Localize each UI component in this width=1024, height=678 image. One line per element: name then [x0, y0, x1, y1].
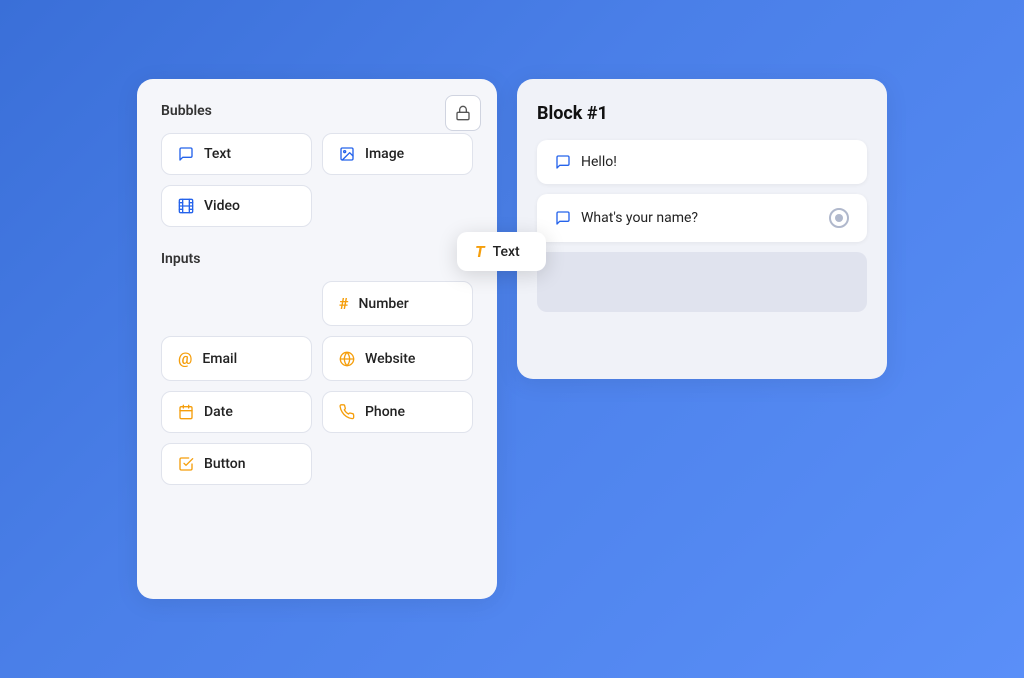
input-phone-label: Phone: [365, 404, 405, 420]
left-panel: Bubbles Text Image: [137, 79, 497, 599]
inputs-section-label: Inputs: [161, 251, 473, 267]
input-email[interactable]: @ Email: [161, 336, 312, 381]
name-question-text: What's your name?: [581, 210, 698, 226]
input-number-label: Number: [358, 296, 408, 312]
dropdown-tooltip[interactable]: T Text ​: [457, 232, 546, 271]
hello-text: Hello!: [581, 154, 617, 170]
input-button-label: Button: [204, 456, 246, 472]
bubble-video-label: Video: [204, 198, 240, 214]
bubbles-section-label: Bubbles: [161, 103, 473, 119]
radio-inner: [835, 214, 843, 222]
input-email-label: Email: [202, 351, 237, 367]
bubble-text[interactable]: Text: [161, 133, 312, 175]
input-date[interactable]: Date: [161, 391, 312, 433]
chat-bubble-name-wrap: What's your name? T Text ​: [537, 194, 867, 242]
input-number[interactable]: # Number: [322, 281, 473, 326]
input-area-placeholder: [537, 252, 867, 312]
main-container: Bubbles Text Image: [117, 59, 907, 619]
chat-bubble-hello: Hello!: [537, 140, 867, 184]
chat-bubble-name: What's your name?: [537, 194, 867, 242]
inputs-grid: # Number @ Email Website: [161, 281, 473, 485]
bubbles-grid: Text Image: [161, 133, 473, 227]
bubble-text-label: Text: [204, 146, 231, 162]
radio-circle[interactable]: [829, 208, 849, 228]
block-title: Block #1: [537, 103, 867, 124]
lock-button[interactable]: [445, 95, 481, 131]
input-date-label: Date: [204, 404, 233, 420]
number-icon: #: [339, 294, 348, 313]
input-website[interactable]: Website: [322, 336, 473, 381]
email-icon: @: [178, 349, 192, 368]
dropdown-icon: T: [475, 242, 485, 261]
bubble-image[interactable]: Image: [322, 133, 473, 175]
dropdown-label: Text: [493, 244, 520, 260]
bubble-left: What's your name?: [555, 210, 698, 226]
input-button[interactable]: Button: [161, 443, 312, 485]
input-empty: [161, 281, 312, 326]
input-phone[interactable]: Phone: [322, 391, 473, 433]
input-website-label: Website: [365, 351, 415, 367]
bubble-image-label: Image: [365, 146, 404, 162]
bubble-video[interactable]: Video: [161, 185, 312, 227]
right-panel: Block #1 Hello! What's your name?: [517, 79, 887, 379]
